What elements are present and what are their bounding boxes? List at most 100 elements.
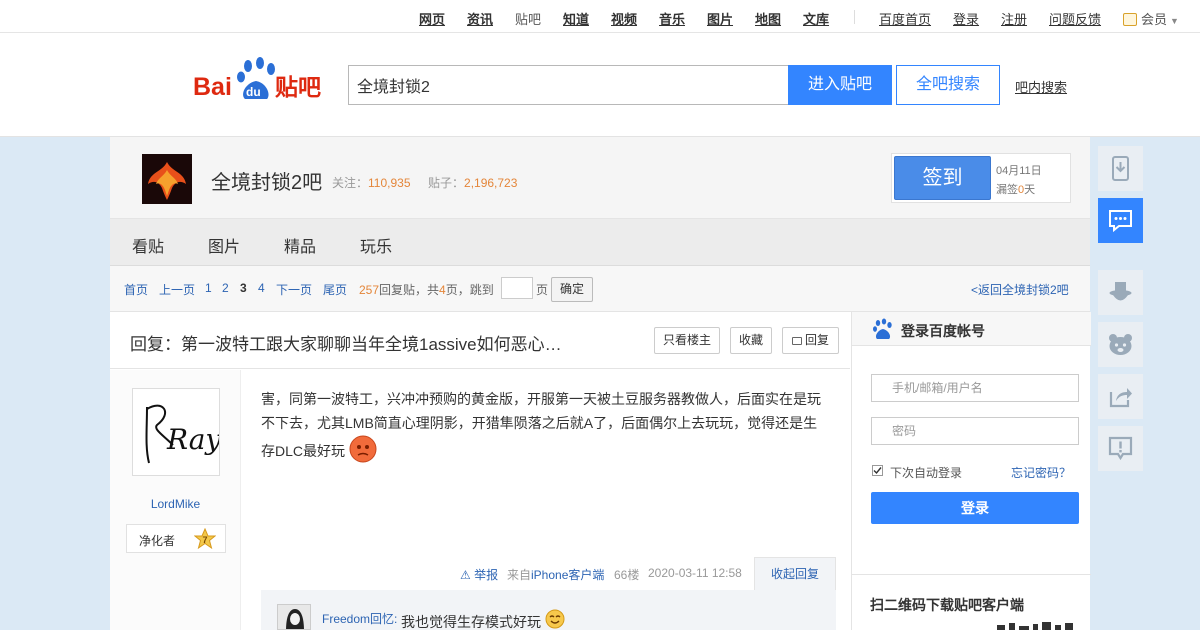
all-forum-search-button[interactable]: 全吧搜索 <box>896 65 1000 105</box>
bear-face-icon <box>1109 334 1132 355</box>
nav-music[interactable]: 音乐 <box>659 9 685 28</box>
link-feedback[interactable]: 问题反馈 <box>1049 9 1101 28</box>
alert-bubble-icon <box>1108 436 1133 461</box>
sign-in-box: 签到 04月11日 漏签0天 <box>891 153 1071 203</box>
in-forum-search-link[interactable]: 吧内搜索 <box>1015 77 1067 96</box>
svg-text:贴吧: 贴吧 <box>275 75 321 101</box>
page-next[interactable]: 下一页 <box>276 281 312 298</box>
missed-unit: 天 <box>1024 184 1036 196</box>
missed-label: 漏签 <box>996 184 1018 196</box>
report-link[interactable]: ⚠ 举报 <box>460 566 498 583</box>
reply-summary: 257回复贴，共4页，跳到 <box>359 281 494 298</box>
comment-icon <box>791 337 802 345</box>
link-login[interactable]: 登录 <box>953 9 979 28</box>
follow-label: 关注： <box>332 176 369 190</box>
page-2[interactable]: 2 <box>222 281 229 295</box>
report-feedback-button[interactable] <box>1098 426 1143 471</box>
collect-button[interactable]: 收藏 <box>730 327 772 354</box>
phone-download-icon <box>1112 156 1129 181</box>
member-menu[interactable]: 会员 ▼ <box>1123 9 1179 28</box>
svg-text:du: du <box>246 85 261 99</box>
hat-feature-button[interactable] <box>1098 270 1143 315</box>
page-first[interactable]: 首页 <box>124 281 148 298</box>
nav-wenku[interactable]: 文库 <box>803 9 829 28</box>
nav-video[interactable]: 视频 <box>611 9 637 28</box>
top-hat-icon <box>1109 282 1132 301</box>
header: Bai du 贴吧 进入贴吧 全吧搜索 吧内搜索 <box>0 33 1200 137</box>
level-star-icon: 7 <box>194 528 216 550</box>
enter-forum-button[interactable]: 进入贴吧 <box>788 65 892 105</box>
collapse-replies-button[interactable]: 收起回复 <box>754 557 836 591</box>
post-count: 2,196,723 <box>464 176 518 190</box>
reply-button-label: 回复 <box>804 333 829 347</box>
auto-login-checkbox[interactable] <box>872 465 883 476</box>
page-last[interactable]: 尾页 <box>323 281 347 298</box>
reply-username[interactable]: Freedom回忆: <box>322 610 397 627</box>
nav-images[interactable]: 图片 <box>707 9 733 28</box>
client-name[interactable]: iPhone客户端 <box>531 568 604 582</box>
svg-text:Bai: Bai <box>193 73 232 101</box>
page-4[interactable]: 4 <box>258 281 265 295</box>
page-unit: 页 <box>536 283 549 297</box>
forgot-password-link[interactable]: 忘记密码？ <box>1011 464 1071 481</box>
reply-avatar[interactable] <box>277 604 311 630</box>
smile-face-emoji <box>545 609 565 630</box>
link-register[interactable]: 注册 <box>1001 9 1027 28</box>
level-badge[interactable]: 净化者 7 <box>126 524 226 553</box>
tab-posts[interactable]: 看贴 <box>132 233 164 257</box>
member-icon <box>1123 13 1137 26</box>
badge-title: 净化者 <box>139 534 176 548</box>
reply-button[interactable]: 回复 <box>782 327 839 354</box>
login-header: 登录百度帐号 <box>852 312 1091 346</box>
forum-tabs: 看贴 图片 精品 玩乐 <box>110 219 1090 266</box>
baidu-tieba-logo[interactable]: Bai du 贴吧 <box>193 55 333 101</box>
username-input[interactable]: 手机/邮箱/用户名 <box>871 374 1079 402</box>
user-avatar[interactable]: Ray <box>132 388 222 476</box>
post-username[interactable]: LordMike <box>110 497 241 511</box>
search-input[interactable] <box>348 65 789 105</box>
baidu-paw-icon <box>873 318 892 339</box>
chevron-down-icon: ▼ <box>1170 16 1179 26</box>
post-text: 害，同第一波特工，兴冲冲预购的黄金版，开服第一天被土豆服务器教做人，后面实在是玩… <box>261 391 821 460</box>
follow-stat: 关注：110,935 <box>332 174 411 191</box>
reply-content: 我也觉得生存模式好玩 <box>401 609 565 630</box>
nav-tieba[interactable]: 贴吧 <box>515 9 541 28</box>
nav-web[interactable]: 网页 <box>419 9 445 28</box>
page-prev[interactable]: 上一页 <box>159 281 195 298</box>
chat-bubble-icon <box>1109 210 1132 233</box>
messages-button[interactable] <box>1098 198 1143 243</box>
login-button[interactable]: 登录 <box>871 492 1079 524</box>
reply-text: 我也觉得生存模式好玩 <box>401 614 541 630</box>
auto-login-label: 下次自动登录 <box>890 466 963 480</box>
from-label: 来自 <box>507 568 532 582</box>
link-baidu-home[interactable]: 百度首页 <box>879 9 931 28</box>
forum-avatar[interactable] <box>142 154 192 204</box>
share-button[interactable] <box>1098 374 1143 419</box>
level-number: 7 <box>202 535 207 545</box>
bear-feature-button[interactable] <box>1098 322 1143 367</box>
qr-code-image <box>997 622 1073 630</box>
download-app-button[interactable] <box>1098 146 1143 191</box>
page-total: 4 <box>439 283 446 297</box>
only-owner-button[interactable]: 只看楼主 <box>654 327 720 354</box>
password-input[interactable]: 密码 <box>871 417 1079 445</box>
member-label: 会员 <box>1141 12 1168 27</box>
jump-page-input[interactable] <box>501 277 533 299</box>
warning-icon: ⚠ <box>460 568 471 582</box>
post-source: 来自iPhone客户端 <box>507 566 604 583</box>
login-title: 登录百度帐号 <box>901 323 985 339</box>
jump-confirm-button[interactable]: 确定 <box>551 277 593 302</box>
page-current: 3 <box>240 281 247 295</box>
nav-zhidao[interactable]: 知道 <box>563 9 589 28</box>
forum-name[interactable]: 全境封锁2吧 <box>211 166 322 195</box>
pagination-bar: 首页 上一页 1 2 3 4 下一页 尾页 257回复贴，共4页，跳到 页 确定… <box>110 266 1090 312</box>
tab-featured[interactable]: 精品 <box>284 233 316 257</box>
back-to-forum-link[interactable]: <返回全境封锁2吧 <box>971 281 1069 298</box>
login-panel: 登录百度帐号 手机/邮箱/用户名 密码 下次自动登录 忘记密码？ 登录 扫二维码… <box>851 312 1091 630</box>
nav-map[interactable]: 地图 <box>755 9 781 28</box>
page-1[interactable]: 1 <box>205 281 212 295</box>
sign-in-button[interactable]: 签到 <box>894 156 991 200</box>
tab-fun[interactable]: 玩乐 <box>360 233 392 257</box>
tab-images[interactable]: 图片 <box>208 233 240 257</box>
nav-news[interactable]: 资讯 <box>467 9 493 28</box>
